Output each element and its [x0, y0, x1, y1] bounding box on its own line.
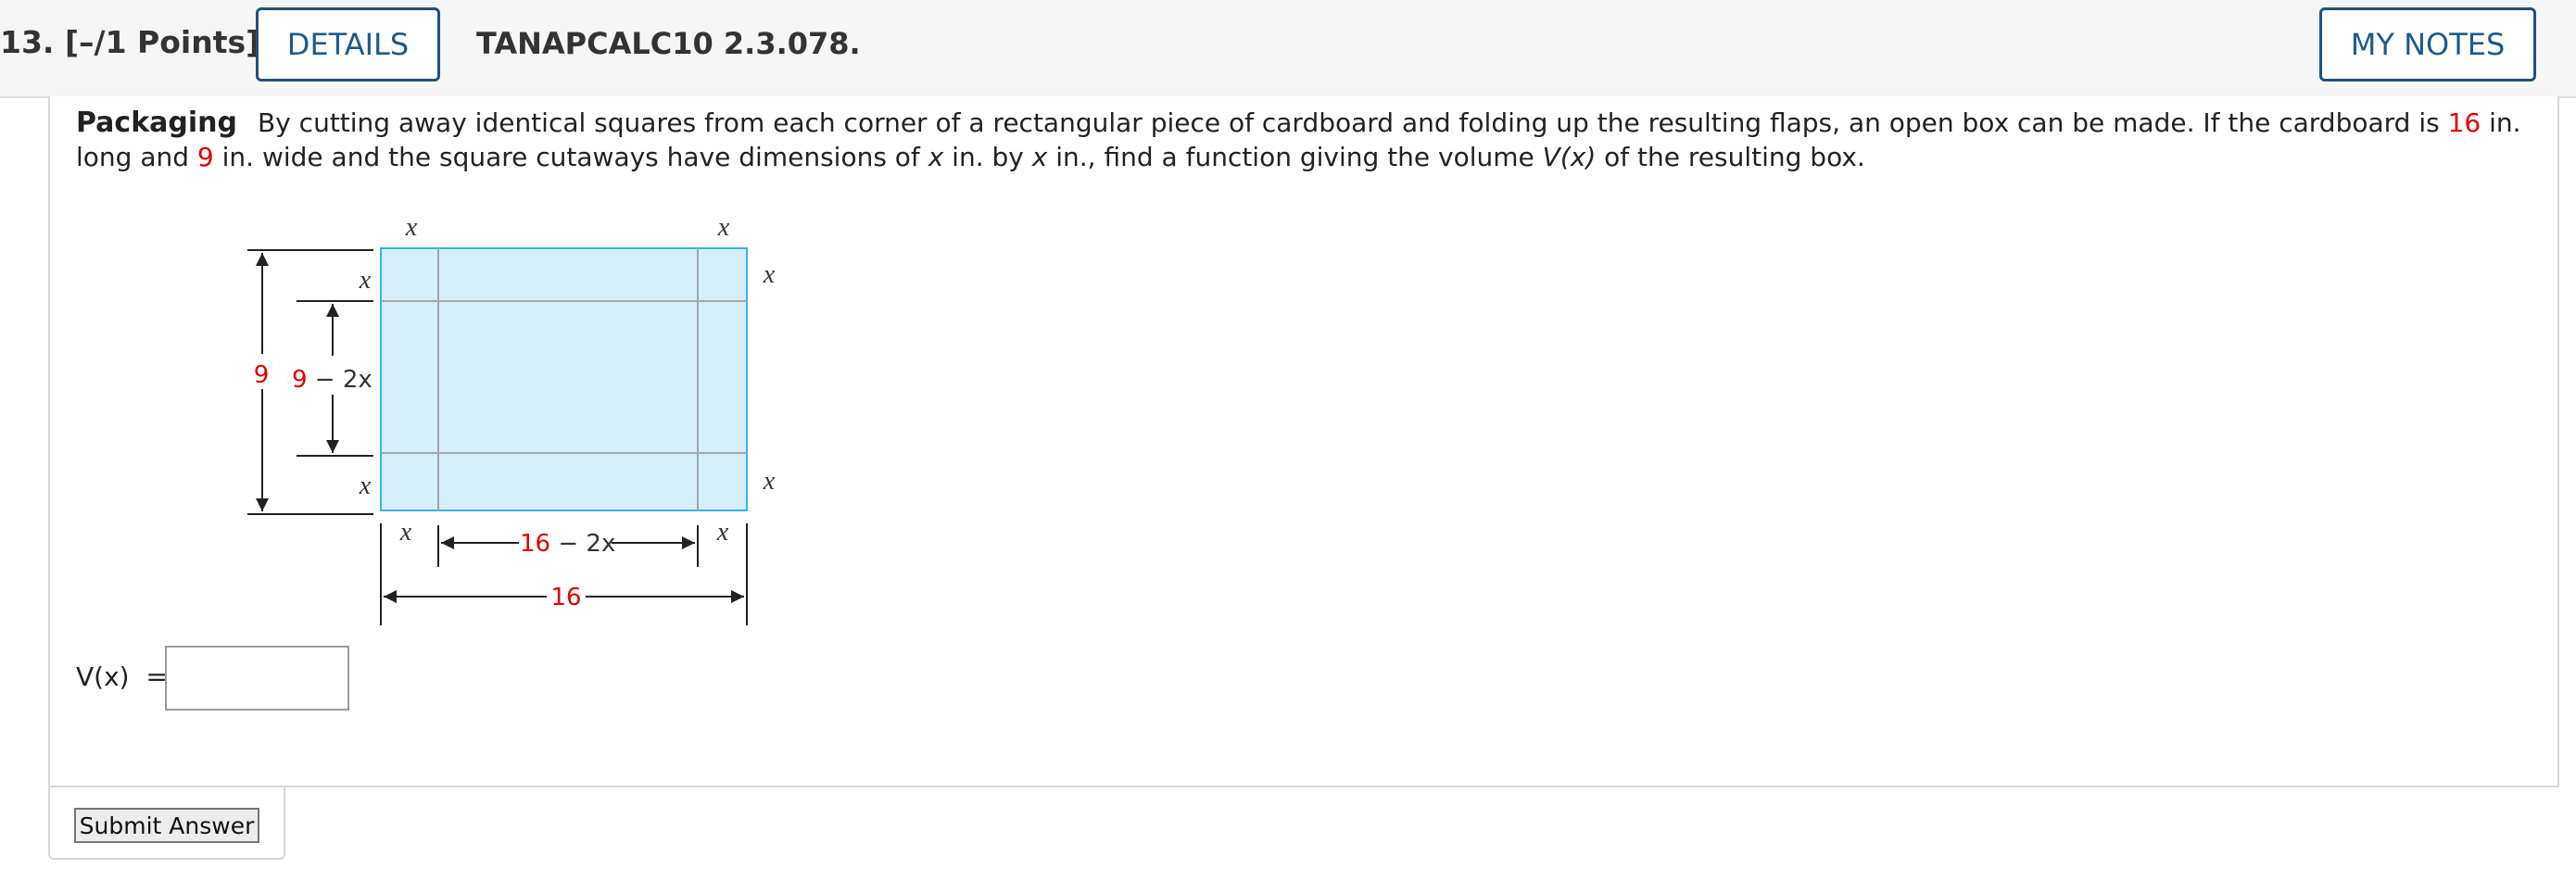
inner-height-label: 9 − 2x [292, 366, 373, 394]
question-code: TANAPCALC10 2.3.078. [476, 26, 861, 61]
x-label-bottom-right: x [716, 518, 729, 547]
details-button[interactable]: DETAILS [256, 7, 440, 82]
volume-answer-input[interactable] [165, 646, 349, 711]
submit-answer-button[interactable]: Submit Answer [74, 808, 259, 843]
x-label-right-top: x [763, 260, 776, 289]
width-value-label: 16 [550, 584, 581, 611]
cardboard-sheet [380, 247, 748, 511]
question-number: 13. [0, 24, 55, 60]
height-value-label: 9 [254, 361, 270, 389]
x-label-top-left: x [405, 213, 418, 242]
question-number-points: 13. [–/1 Points] [0, 24, 259, 60]
points-label: [–/1 Points] [64, 24, 260, 60]
width-value: 9 [196, 142, 214, 172]
volume-function: V(x) [1542, 142, 1597, 172]
x-label-right-bottom: x [763, 467, 776, 496]
my-notes-button[interactable]: MY NOTES [2319, 7, 2536, 82]
x-label-left-top: x [359, 266, 372, 295]
question-text: Packaging By cutting away identical squar… [76, 107, 2521, 172]
answer-label: V(x) = [76, 661, 168, 692]
x-label-left-bottom: x [359, 472, 372, 500]
x-label-bottom-left: x [399, 518, 412, 547]
x-label-top-right: x [717, 213, 730, 242]
question-title: Packaging [76, 107, 237, 139]
cardboard-diagram: x x x x x x x x 9 9 − 2x 16 − 2x 16 [247, 213, 776, 625]
question-header: 13. [–/1 Points] DETAILS TANAPCALC10 2.3… [0, 0, 2576, 98]
length-value: 16 [2447, 107, 2481, 138]
inner-width-label: 16 − 2x [520, 530, 615, 558]
